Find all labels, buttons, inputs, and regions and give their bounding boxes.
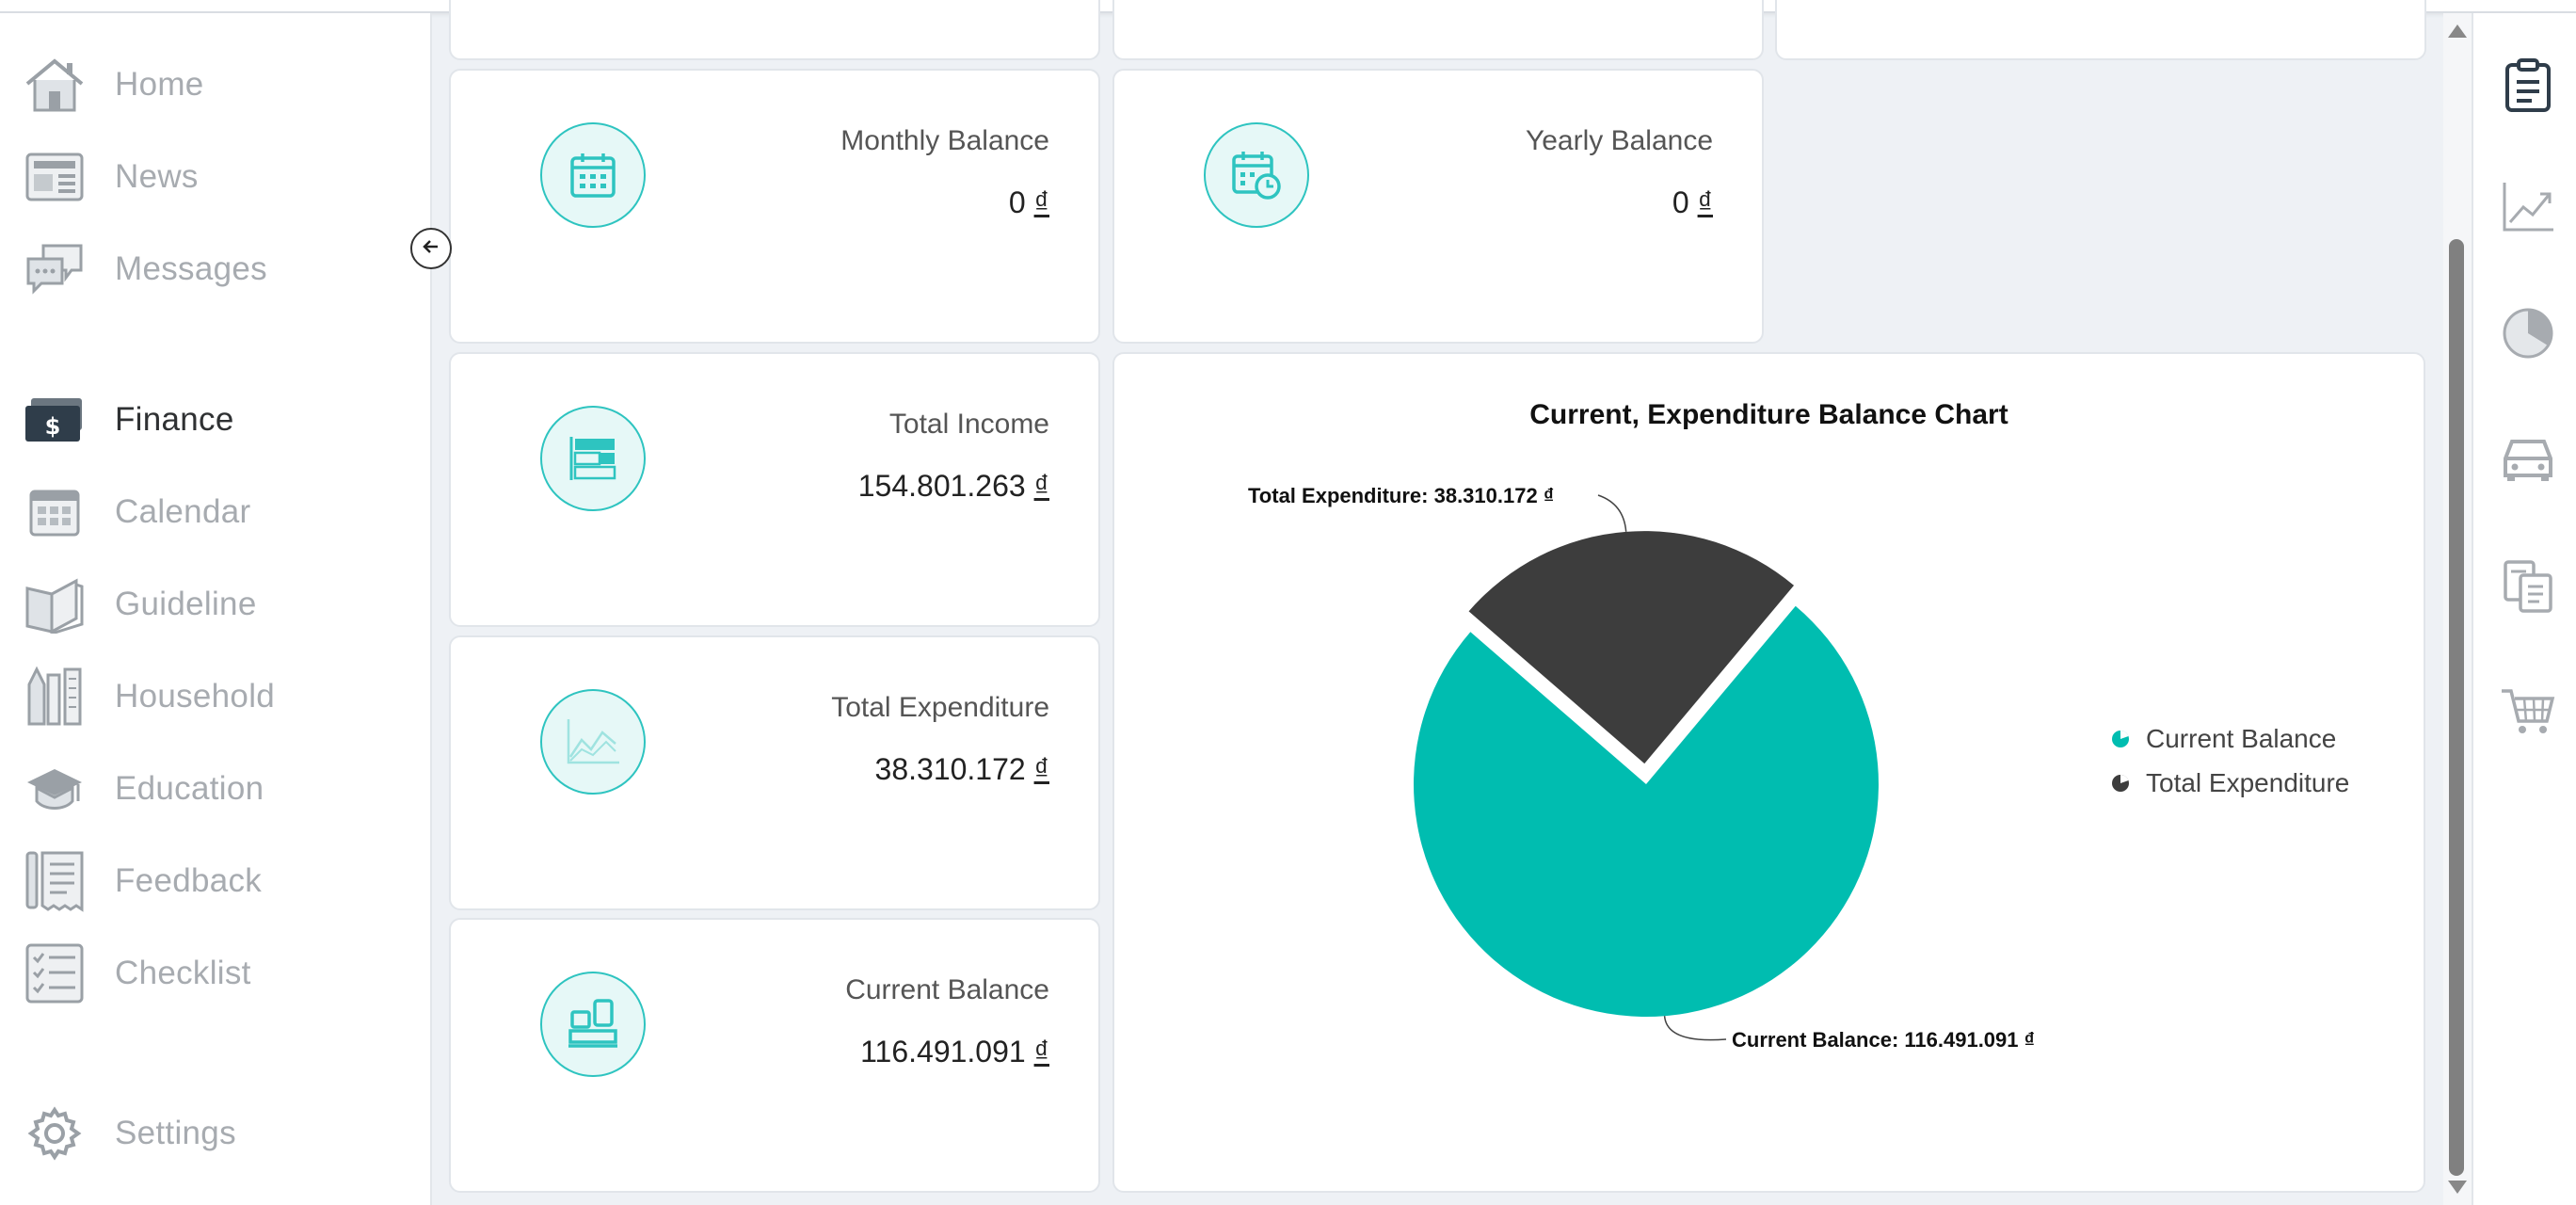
bar-chart-icon (540, 406, 646, 511)
total-expenditure-title: Total Expenditure (831, 692, 1049, 723)
balance-chart-card: Current, Expenditure Balance Chart Curre… (1112, 352, 2425, 1193)
svg-text:$: $ (45, 413, 61, 440)
total-expenditure-card: Total Expenditure 38.310.172 ₫ (449, 635, 1100, 910)
sidebar-item-calendar[interactable]: Calendar (21, 478, 416, 546)
guideline-icon (21, 570, 88, 638)
sidebar-item-settings[interactable]: Settings (21, 1100, 416, 1167)
car-icon[interactable] (2500, 431, 2556, 488)
sidebar-item-finance[interactable]: $ Finance (21, 386, 416, 454)
legend-pie-icon (2112, 774, 2129, 792)
household-icon (21, 663, 88, 731)
home-icon (21, 51, 88, 119)
sidebar-item-checklist[interactable]: Checklist (21, 940, 416, 1007)
calendar-icon (21, 478, 88, 546)
legend-pie-icon (2112, 730, 2129, 747)
right-toolbar (2472, 13, 2576, 1205)
total-income-card: Total Income 154.801.263 ₫ (449, 352, 1100, 627)
yearly-balance-title: Yearly Balance (1525, 125, 1713, 156)
pie-data-label: Total Expenditure: 38.310.172 ₫ (1248, 484, 1554, 507)
card-partial-2 (1112, 0, 1764, 60)
documents-icon[interactable] (2500, 557, 2556, 614)
pie-data-label: Current Balance: 116.491.091 ₫ (1732, 1028, 2035, 1052)
sidebar-item-news[interactable]: News (21, 143, 416, 211)
collapse-sidebar-button[interactable] (410, 228, 452, 269)
feedback-icon (21, 847, 88, 915)
sidebar-item-household[interactable]: Household (21, 663, 416, 731)
sidebar-item-messages[interactable]: Messages (21, 235, 416, 303)
finance-icon: $ (21, 386, 88, 454)
calendar-icon (540, 122, 646, 228)
sidebar-item-guideline[interactable]: Guideline (21, 570, 416, 638)
total-expenditure-value: 38.310.172 ₫ (874, 752, 1049, 786)
yearly-balance-card: Yearly Balance 0 ₫ (1112, 69, 1764, 344)
sidebar: Home News Messages $ Finance Calendar Gu… (0, 13, 432, 1205)
cash-register-icon (540, 972, 646, 1077)
legend-item-current-balance[interactable]: Current Balance (2110, 716, 2349, 761)
line-chart-icon (540, 689, 646, 795)
sidebar-item-education[interactable]: Education (21, 755, 416, 823)
monthly-balance-card: Monthly Balance 0 ₫ (449, 69, 1100, 344)
monthly-balance-value: 0 ₫ (1008, 185, 1049, 219)
card-partial-3 (1775, 0, 2426, 60)
scroll-thumb[interactable] (2449, 239, 2464, 1176)
sidebar-item-feedback[interactable]: Feedback (21, 847, 416, 915)
total-income-title: Total Income (888, 409, 1049, 440)
card-partial-1 (449, 0, 1100, 60)
legend-item-total-expenditure[interactable]: Total Expenditure (2110, 761, 2349, 805)
gear-icon (21, 1100, 88, 1167)
total-income-value: 154.801.263 ₫ (857, 469, 1049, 503)
pie-leader-line (1597, 494, 1627, 532)
scroll-up-arrow[interactable] (2448, 24, 2467, 38)
current-balance-card: Current Balance 116.491.091 ₫ (449, 918, 1100, 1193)
sidebar-item-home[interactable]: Home (21, 51, 416, 119)
current-balance-title: Current Balance (845, 974, 1049, 1005)
arrow-left-icon (421, 236, 441, 262)
chart-legend: Current Balance Total Expenditure (2110, 716, 2349, 805)
calendar-clock-icon (1204, 122, 1309, 228)
scroll-down-arrow[interactable] (2448, 1181, 2467, 1194)
pie-chart-icon[interactable] (2500, 305, 2556, 362)
monthly-balance-title: Monthly Balance (840, 125, 1049, 156)
yearly-balance-value: 0 ₫ (1672, 185, 1713, 219)
cart-icon[interactable] (2500, 683, 2556, 740)
checklist-icon (21, 940, 88, 1007)
pie-leader-line (1663, 1016, 1727, 1041)
clipboard-icon[interactable] (2500, 56, 2556, 113)
news-icon (21, 143, 88, 211)
current-balance-value: 116.491.091 ₫ (860, 1035, 1049, 1068)
education-icon (21, 755, 88, 823)
trend-chart-icon[interactable] (2500, 179, 2556, 235)
vertical-scrollbar[interactable] (2443, 13, 2472, 1205)
messages-icon (21, 235, 88, 303)
